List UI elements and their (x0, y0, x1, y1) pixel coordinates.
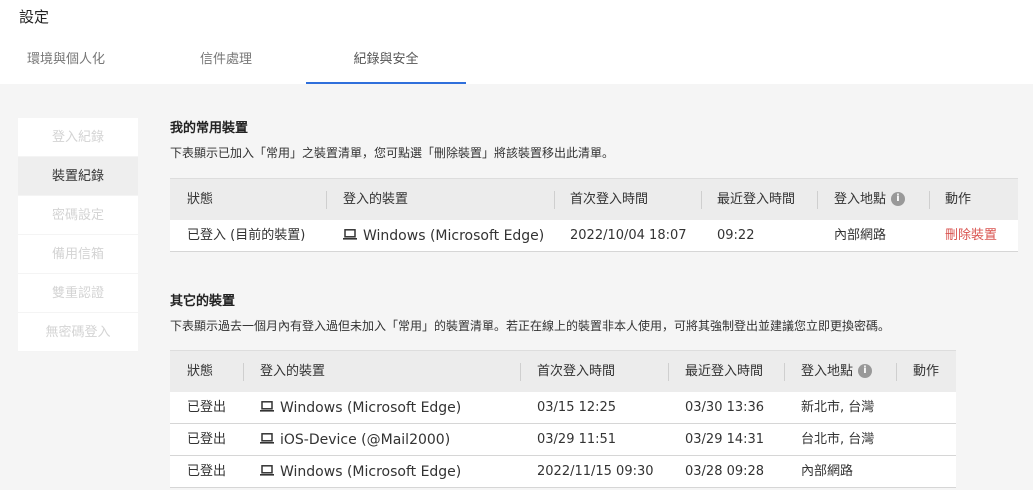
col-first-login: 首次登入時間 (570, 192, 649, 207)
col-device: 登入的裝置 (343, 192, 409, 207)
col-action: 動作 (945, 192, 972, 207)
other-devices-desc: 下表顯示過去一個月內有登入過但未加入「常用」的裝置清單。若正在線上的裝置非本人使… (170, 319, 891, 333)
row-status: 已登入 (目前的裝置) (187, 228, 306, 243)
col-status: 狀態 (187, 364, 214, 379)
common-devices-desc: 下表顯示已加入「常用」之裝置清單，您可點選「刪除裝置」將該裝置移出此清單。 (170, 146, 615, 160)
row-location: 台北市, 台灣 (801, 432, 875, 447)
side-nav: 登入紀錄 裝置紀錄 密碼設定 備用信箱 雙重認證 無密碼登入 (18, 118, 138, 352)
row-device: iOS-Device (@Mail2000) (260, 424, 450, 456)
row-status: 已登出 (187, 432, 227, 447)
col-first-login: 首次登入時間 (537, 364, 616, 379)
table-header: 狀態 登入的裝置 首次登入時間 最近登入時間 登入地點 i 動作 (170, 350, 956, 392)
common-devices-title: 我的常用裝置 (170, 121, 249, 136)
info-icon[interactable]: i (858, 363, 873, 378)
row-last-login: 09:22 (717, 228, 755, 243)
laptop-icon (260, 465, 274, 476)
col-status: 狀態 (187, 192, 214, 207)
side-nav-login-records[interactable]: 登入紀錄 (18, 118, 138, 157)
side-nav-2fa[interactable]: 雙重認證 (18, 274, 138, 313)
col-last-login: 最近登入時間 (717, 192, 796, 207)
tab-bar: 環境與個人化 信件處理 紀錄與安全 (0, 40, 1033, 84)
row-device: Windows (Microsoft Edge) (343, 220, 544, 252)
col-location: 登入地點 i (801, 351, 873, 393)
row-status: 已登出 (187, 464, 227, 479)
other-devices-table: 狀態 登入的裝置 首次登入時間 最近登入時間 登入地點 i 動作 已登出 Wind… (170, 350, 956, 488)
laptop-icon (343, 229, 357, 240)
table-row: 已登出 Windows (Microsoft Edge) 2022/11/15 … (170, 456, 956, 488)
row-first-login: 2022/10/04 18:07 (570, 228, 687, 243)
table-row: 已登入 (目前的裝置) Windows (Microsoft Edge) 202… (170, 220, 1018, 252)
tab-personalization[interactable]: 環境與個人化 (10, 40, 122, 84)
row-device: Windows (Microsoft Edge) (260, 392, 461, 424)
laptop-icon (260, 401, 274, 412)
other-devices-title: 其它的裝置 (170, 294, 236, 309)
side-nav-passwordless[interactable]: 無密碼登入 (18, 313, 138, 352)
content-area: 登入紀錄 裝置紀錄 密碼設定 備用信箱 雙重認證 無密碼登入 我的常用裝置 下表… (0, 84, 1033, 490)
row-location: 新北市, 台灣 (801, 400, 875, 415)
row-location: 內部網路 (801, 464, 854, 479)
side-nav-device-records[interactable]: 裝置紀錄 (18, 157, 138, 196)
table-row: 已登出 iOS-Device (@Mail2000) 03/29 11:51 0… (170, 424, 956, 456)
col-last-login: 最近登入時間 (685, 364, 764, 379)
side-nav-password[interactable]: 密碼設定 (18, 196, 138, 235)
page-title: 設定 (19, 8, 50, 26)
row-first-login: 03/29 11:51 (537, 432, 617, 447)
col-device: 登入的裝置 (260, 364, 326, 379)
col-location: 登入地點 i (834, 179, 906, 221)
row-location: 內部網路 (834, 228, 887, 243)
table-header: 狀態 登入的裝置 首次登入時間 最近登入時間 登入地點 i 動作 (170, 178, 1018, 220)
laptop-icon (260, 433, 274, 444)
row-status: 已登出 (187, 400, 227, 415)
common-devices-table: 狀態 登入的裝置 首次登入時間 最近登入時間 登入地點 i 動作 已登入 (目前的… (170, 178, 1018, 252)
tab-mail-handling[interactable]: 信件處理 (170, 40, 282, 84)
row-first-login: 2022/11/15 09:30 (537, 464, 654, 479)
row-first-login: 03/15 12:25 (537, 400, 617, 415)
row-last-login: 03/29 14:31 (685, 432, 765, 447)
info-icon[interactable]: i (891, 191, 906, 206)
tab-records-security[interactable]: 紀錄與安全 (306, 40, 466, 84)
row-device: Windows (Microsoft Edge) (260, 456, 461, 488)
table-row: 已登出 Windows (Microsoft Edge) 03/15 12:25… (170, 392, 956, 424)
row-last-login: 03/30 13:36 (685, 400, 765, 415)
delete-device-button[interactable]: 刪除裝置 (945, 220, 997, 252)
col-action: 動作 (913, 364, 940, 379)
side-nav-backup-email[interactable]: 備用信箱 (18, 235, 138, 274)
row-last-login: 03/28 09:28 (685, 464, 765, 479)
